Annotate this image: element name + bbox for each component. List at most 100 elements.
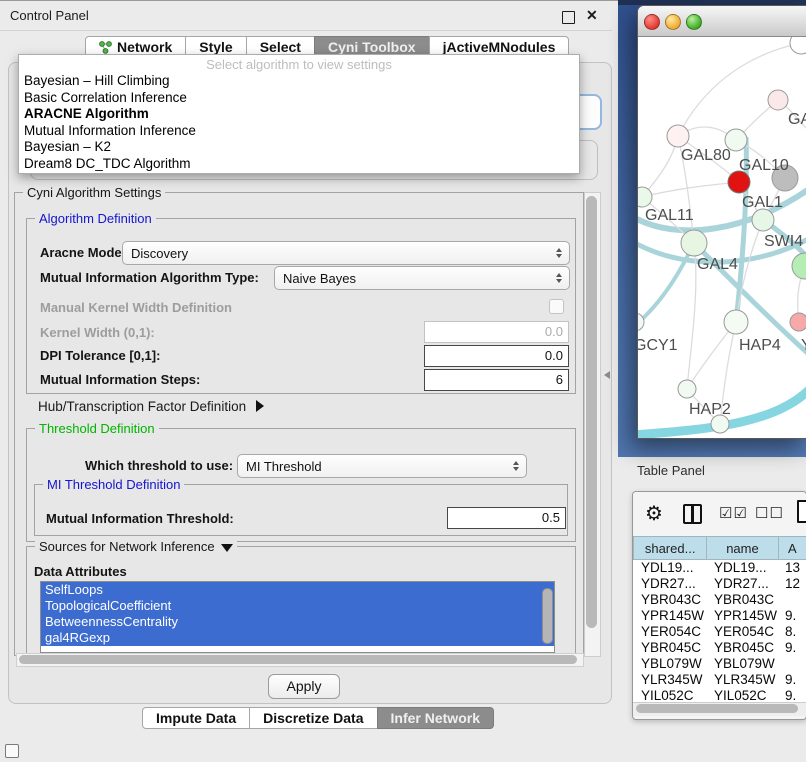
algorithm-option[interactable]: Dream8 DC_TDC Algorithm — [19, 156, 579, 173]
aracne-mode-select[interactable]: Discovery — [122, 241, 570, 265]
table-row[interactable]: YDL19...YDL19...13 — [633, 560, 806, 576]
bottom-tabs: Impute DataDiscretize DataInfer Network — [142, 707, 493, 729]
stepper-arrows-icon — [508, 461, 524, 471]
data-attributes-list[interactable]: SelfLoopsTopologicalCoefficientBetweenne… — [40, 581, 555, 653]
list-scrollbar-thumb[interactable] — [542, 588, 553, 644]
algorithm-popup-items: Bayesian – Hill ClimbingBasic Correlatio… — [19, 73, 579, 172]
document-icon[interactable] — [797, 500, 806, 523]
column-header[interactable]: shared... — [633, 536, 707, 560]
hub-definition-expander[interactable]: Hub/Transcription Factor Definition — [38, 399, 264, 414]
network-window-titlebar[interactable] — [638, 6, 806, 37]
algorithm-option[interactable]: ARACNE Algorithm — [19, 106, 579, 123]
table-cell: YDR27... — [633, 576, 706, 592]
table-cell: YER054C — [706, 624, 777, 640]
table-cell: 9. — [777, 672, 806, 688]
tab-discretize-data[interactable]: Discretize Data — [249, 707, 377, 729]
corner-panel-icon[interactable] — [5, 744, 19, 758]
node-swi4[interactable] — [752, 209, 774, 231]
close-icon[interactable]: ✕ — [586, 7, 598, 24]
select-all-icon[interactable]: ☑☑ — [719, 504, 748, 522]
table-row[interactable]: YBR045CYBR045C9. — [633, 640, 806, 656]
network-icon — [99, 41, 112, 54]
table-row[interactable]: YBR043CYBR043C — [633, 592, 806, 608]
node-label-gal11: GAL11 — [645, 207, 694, 225]
gear-icon[interactable]: ⚙ — [645, 501, 663, 526]
node-gal[interactable] — [768, 90, 788, 110]
node-label-gcy1: GCY1 — [637, 337, 678, 355]
column-header[interactable]: A — [778, 536, 806, 560]
which-threshold-label: Which threshold to use: — [85, 458, 233, 473]
table-header-row: shared...nameA — [633, 536, 806, 560]
column-header[interactable]: name — [706, 536, 778, 560]
attribute-item[interactable]: SelfLoops — [41, 582, 554, 598]
table-row[interactable]: YER054CYER054C8. — [633, 624, 806, 640]
table-cell: YER054C — [633, 624, 706, 640]
node-label-hap2: HAP2 — [689, 401, 731, 419]
table-panel-title: Table Panel — [637, 463, 705, 478]
kernel-width-label: Kernel Width (0,1): — [40, 325, 155, 340]
control-panel-title: Control Panel — [10, 8, 89, 23]
table-cell: YBR045C — [706, 640, 777, 656]
node-gal4[interactable] — [681, 230, 707, 256]
which-threshold-select[interactable]: MI Threshold — [237, 454, 527, 478]
algorithm-option[interactable]: Bayesian – Hill Climbing — [19, 73, 579, 90]
mi-steps-field[interactable]: 6 — [424, 369, 569, 391]
algorithm-option[interactable]: Bayesian – K2 — [19, 139, 579, 156]
minimize-traffic-light-icon[interactable] — [665, 14, 681, 30]
table-row[interactable]: YBL079WYBL079W — [633, 656, 806, 672]
mi-type-select[interactable]: Naive Bayes — [274, 266, 570, 290]
aracne-mode-label: Aracne Mode: — [40, 245, 126, 260]
float-window-icon[interactable] — [562, 11, 575, 24]
kernel-width-field[interactable]: 0.0 — [424, 321, 569, 343]
manual-kernel-label: Manual Kernel Width Definition — [40, 300, 232, 315]
mi-threshold-field[interactable]: 0.5 — [447, 507, 566, 529]
table-row[interactable]: YDR27...YDR27...12 — [633, 576, 806, 592]
table-horizontal-thumb[interactable] — [636, 704, 798, 713]
node-green-large[interactable] — [792, 253, 806, 279]
table-row[interactable]: YPR145WYPR145W9. — [633, 608, 806, 624]
apply-button[interactable]: Apply — [268, 674, 340, 699]
node-pink[interactable] — [790, 313, 806, 331]
sources-title[interactable]: Sources for Network Inference — [35, 539, 237, 554]
table-cell: YBR045C — [633, 640, 706, 656]
table-cell: 9. — [777, 640, 806, 656]
titlebar-divider — [0, 30, 612, 31]
tab-impute-data[interactable]: Impute Data — [142, 707, 250, 729]
tab-infer-network[interactable]: Infer Network — [377, 707, 494, 729]
node-label-gal4: GAL4 — [697, 256, 738, 274]
mi-threshold-title: MI Threshold Definition — [43, 477, 184, 492]
collapse-down-icon — [221, 544, 233, 552]
close-traffic-light-icon[interactable] — [644, 14, 660, 30]
zoom-traffic-light-icon[interactable] — [686, 14, 702, 30]
dpi-tolerance-field[interactable]: 0.0 — [424, 345, 569, 367]
algorithm-option[interactable]: Basic Correlation Inference — [19, 90, 579, 107]
attribute-item[interactable]: TopologicalCoefficient — [41, 598, 554, 614]
node-label-hap4: HAP4 — [739, 337, 781, 355]
node-gal80[interactable] — [667, 125, 689, 147]
settings-horizontal-thumb[interactable] — [19, 655, 577, 664]
columns-icon[interactable] — [683, 504, 702, 524]
node-label-gal1: GAL1 — [742, 194, 783, 212]
table-rows: YDL19...YDL19...13YDR27...YDR27...12YBR0… — [633, 560, 806, 704]
node-label-y: Y — [801, 337, 806, 355]
deselect-all-icon[interactable]: ☐☐ — [755, 504, 784, 522]
table-row[interactable]: YLR345WYLR345W9. — [633, 672, 806, 688]
splitter-collapse-icon[interactable] — [604, 371, 610, 379]
node-hap4[interactable] — [724, 310, 748, 334]
algorithm-popup-placeholder: Select algorithm to view settings — [19, 57, 579, 73]
network-canvas[interactable]: GAL80GALGAL10GAL1GAL11SWI4GAL4GCY1HAP4YH… — [638, 37, 806, 438]
threshold-definition-title: Threshold Definition — [35, 421, 159, 436]
attribute-item[interactable]: gal4RGexp — [41, 630, 554, 646]
mi-steps-label: Mutual Information Steps: — [40, 372, 200, 387]
attribute-item[interactable]: BetweennessCentrality — [41, 614, 554, 630]
manual-kernel-checkbox[interactable] — [549, 299, 564, 314]
settings-vertical-thumb[interactable] — [586, 196, 597, 628]
data-attributes-label: Data Attributes — [34, 564, 127, 579]
table-cell: YDL19... — [633, 560, 706, 576]
algorithm-option[interactable]: Mutual Information Inference — [19, 123, 579, 140]
node[interactable] — [790, 37, 806, 54]
table-cell — [777, 656, 806, 672]
table-cell: YPR145W — [633, 608, 706, 624]
table-toolbar: ⚙ ☑☑ ☐☐ — [633, 492, 806, 536]
node-hap2[interactable] — [678, 380, 696, 398]
